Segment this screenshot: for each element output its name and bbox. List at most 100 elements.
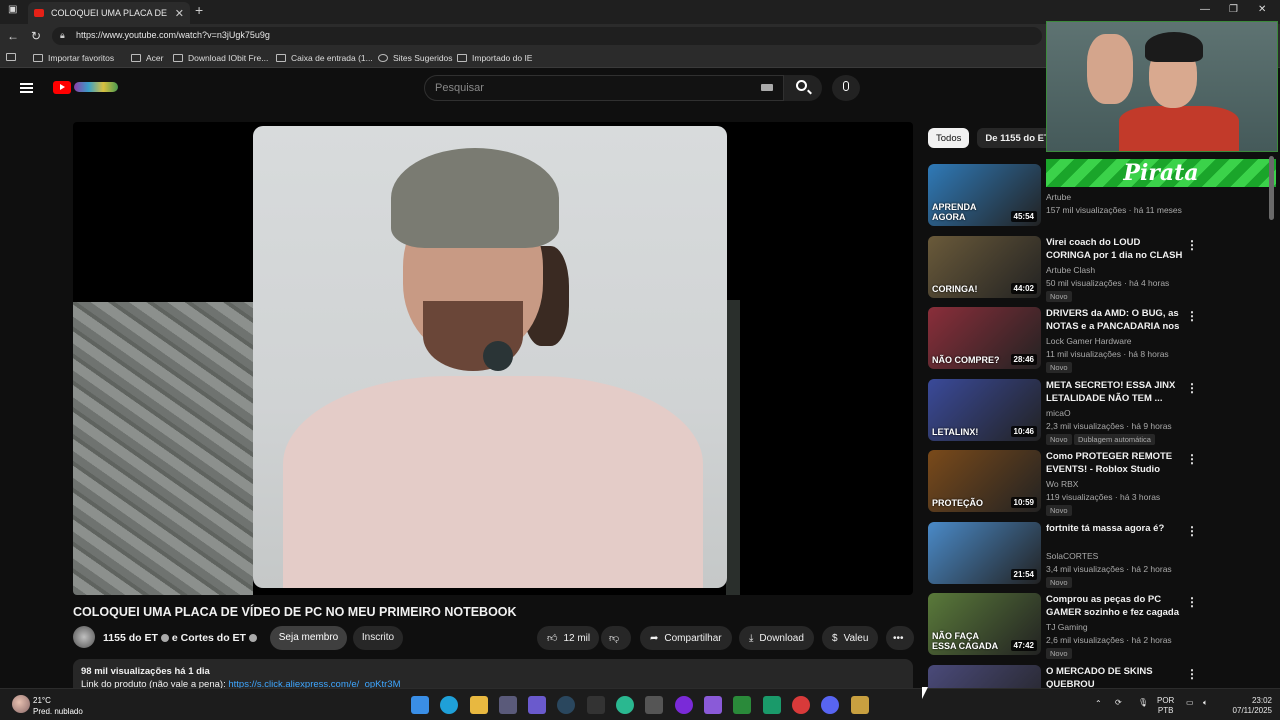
volume-icon[interactable]: 🔈︎ (1203, 698, 1208, 708)
recommendation-title[interactable]: Virei coach do LOUD CORINGA por 1 dia no… (1046, 236, 1184, 262)
more-vert-icon[interactable]: ⋮ (1186, 309, 1198, 323)
recommendation-title[interactable]: fortnite tá massa agora é? (1046, 522, 1184, 535)
video-thumbnail[interactable]: APRENDA AGORA 45:54 (928, 164, 1041, 226)
description-link[interactable]: https://s.click.aliexpress.com/e/_opKtr3… (228, 679, 400, 688)
chip-all[interactable]: Todos (928, 128, 970, 148)
youtube-app-icon[interactable] (792, 696, 810, 714)
bookmark-ie-import[interactable]: Importado do IE (457, 53, 532, 63)
close-window-icon[interactable]: ✕ (1258, 4, 1266, 15)
app-c-icon[interactable] (616, 696, 634, 714)
tab-actions-icon[interactable]: ▣ (8, 4, 17, 15)
bookmark-suggested[interactable]: Sites Sugeridos (378, 53, 453, 63)
recommendation-channel[interactable]: Artube (1046, 192, 1071, 202)
mic-tray-icon[interactable]: 🎙︎ (1138, 698, 1148, 708)
share-button[interactable]: ➦ Compartilhar (640, 626, 732, 650)
recommendation-channel[interactable]: Wo RBX (1046, 479, 1078, 489)
show-hidden-icons[interactable]: ⌃ (1095, 699, 1102, 709)
voice-search-button[interactable] (832, 75, 860, 101)
recommendation-title[interactable]: META SECRETO! ESSA JINX LETALIDADE NÃO T… (1046, 379, 1184, 405)
recommendation-title[interactable]: DRIVERS da AMD: O BUG, as NOTAS e a PANC… (1046, 307, 1184, 333)
subscribed-button[interactable]: Inscrito (353, 626, 403, 650)
app-settings-icon[interactable] (645, 696, 663, 714)
recommendation-item[interactable]: 21:54 fortnite tá massa agora é? SolaCORTE… (928, 522, 1198, 588)
back-arrow-icon[interactable]: ← (7, 29, 19, 43)
more-vert-icon[interactable]: ⋮ (1186, 238, 1198, 252)
tab-youtube[interactable]: COLOQUEI UMA PLACA DE VÍDEO ✕ (28, 2, 190, 24)
discord-icon[interactable] (821, 696, 839, 714)
scrollbar-thumb[interactable] (1269, 156, 1274, 220)
video-thumbnail[interactable]: NÃO COMPRE? 28:46 (928, 307, 1041, 369)
weather-icon[interactable] (12, 695, 30, 713)
clock[interactable]: 23:02 07/11/2025 (1222, 696, 1272, 716)
weather-widget[interactable]: 21°C Pred. nublado (33, 695, 83, 717)
thanks-button[interactable]: $ Valeu (822, 626, 879, 650)
hamburger-menu-icon[interactable] (20, 83, 33, 93)
recommendation-channel[interactable]: micaO (1046, 408, 1071, 418)
recommendation-item[interactable]: PROTEÇÃO 10:59 Como PROTEGER REMOTE EVENTS… (928, 450, 1198, 516)
new-tab-button[interactable]: + (195, 2, 203, 18)
sync-icon[interactable]: ⟳ (1115, 698, 1122, 708)
more-vert-icon[interactable]: ⋮ (1186, 595, 1198, 609)
more-vert-icon[interactable]: ⋮ (1186, 381, 1198, 395)
bookmark-import[interactable]: Importar favoritos (33, 53, 114, 63)
recommendation-channel[interactable]: Artube Clash (1046, 265, 1095, 275)
obs-icon[interactable] (675, 696, 693, 714)
edge-icon[interactable] (440, 696, 458, 714)
recommendation-channel[interactable]: Lock Gamer Hardware (1046, 336, 1132, 346)
keyboard-icon[interactable] (761, 84, 773, 91)
app-green-icon[interactable] (733, 696, 751, 714)
minimize-icon[interactable]: — (1200, 4, 1210, 15)
url-field[interactable]: 🔒︎ https://www.youtube.com/watch?v=n3jUg… (52, 27, 1042, 45)
recommendation-title[interactable]: O MERCADO DE SKINS QUEBROU (1046, 665, 1184, 688)
channel-names[interactable]: 1155 do ET e Cortes do ET (103, 632, 260, 644)
bookmark-iobit[interactable]: Download IObit Fre... (173, 53, 268, 63)
video-thumbnail[interactable]: LETALINX! 10:46 (928, 379, 1041, 441)
reading-view-icon[interactable] (6, 53, 21, 61)
maximize-icon[interactable]: ❐ (1229, 4, 1238, 15)
recommendation-channel[interactable]: TJ Gaming (1046, 622, 1088, 632)
video-thumbnail[interactable] (928, 665, 1041, 688)
recommendation-channel[interactable]: SolaCORTES (1046, 551, 1098, 561)
video-thumbnail[interactable]: PROTEÇÃO 10:59 (928, 450, 1041, 512)
channel-avatar[interactable] (73, 626, 95, 648)
league-icon[interactable] (851, 696, 869, 714)
network-icon[interactable]: ▭ (1186, 698, 1194, 708)
download-button[interactable]: ⤓ Download (739, 626, 814, 650)
more-actions-button[interactable]: ••• (886, 626, 914, 650)
recommendation-title[interactable]: Como PROTEGER REMOTE EVENTS! - Roblox St… (1046, 450, 1184, 476)
join-member-button[interactable]: Seja membro (270, 626, 347, 650)
search-button[interactable] (784, 75, 822, 101)
store-icon[interactable] (499, 696, 517, 714)
dislike-button[interactable]: 👎︎ (601, 626, 631, 650)
app-icon[interactable] (528, 696, 546, 714)
steam-icon[interactable] (557, 696, 575, 714)
recommendation-title[interactable]: Comprou as peças do PC GAMER sozinho e f… (1046, 593, 1184, 619)
recommendation-item[interactable]: O MERCADO DE SKINS QUEBROU ⋮ (928, 665, 1198, 688)
recommendation-item[interactable]: NÃO COMPRE? 28:46 DRIVERS da AMD: O BUG, a… (928, 307, 1198, 373)
sidebar-scrollbar[interactable] (1268, 152, 1276, 688)
more-vert-icon[interactable]: ⋮ (1186, 452, 1198, 466)
recommendation-item[interactable]: NÃO FAÇA ESSA CAGADA 47:42 Comprou as peça… (928, 593, 1198, 659)
youtube-logo[interactable] (53, 80, 119, 94)
video-player[interactable] (73, 122, 913, 595)
recommendation-item[interactable]: LETALINX! 10:46 META SECRETO! ESSA JINX LE… (928, 379, 1198, 445)
recommendation-item[interactable]: CORINGA! 44:02 Virei coach do LOUD CORINGA… (928, 236, 1198, 302)
file-explorer-icon[interactable] (470, 696, 488, 714)
epic-games-icon[interactable] (587, 696, 605, 714)
refresh-icon[interactable]: ↻ (31, 29, 41, 43)
app-flame-icon[interactable] (704, 696, 722, 714)
bookmark-acer[interactable]: Acer (131, 53, 163, 63)
video-thumbnail[interactable]: 21:54 (928, 522, 1041, 584)
video-thumbnail[interactable]: CORINGA! 44:02 (928, 236, 1041, 298)
more-vert-icon[interactable]: ⋮ (1186, 667, 1198, 681)
like-button[interactable]: 👍︎ 12 mil (537, 626, 599, 650)
language-indicator[interactable]: POR PTB (1157, 696, 1174, 716)
close-tab-icon[interactable]: ✕ (175, 7, 184, 20)
video-thumbnail[interactable]: NÃO FAÇA ESSA CAGADA 47:42 (928, 593, 1041, 655)
description-box[interactable]: 98 mil visualizações há 1 dia Link do pr… (73, 659, 913, 688)
whatsapp-icon[interactable] (763, 696, 781, 714)
search-input[interactable]: Pesquisar (424, 75, 784, 101)
start-icon[interactable] (411, 696, 429, 714)
more-vert-icon[interactable]: ⋮ (1186, 524, 1198, 538)
bookmark-inbox[interactable]: Caixa de entrada (1... (276, 53, 373, 63)
